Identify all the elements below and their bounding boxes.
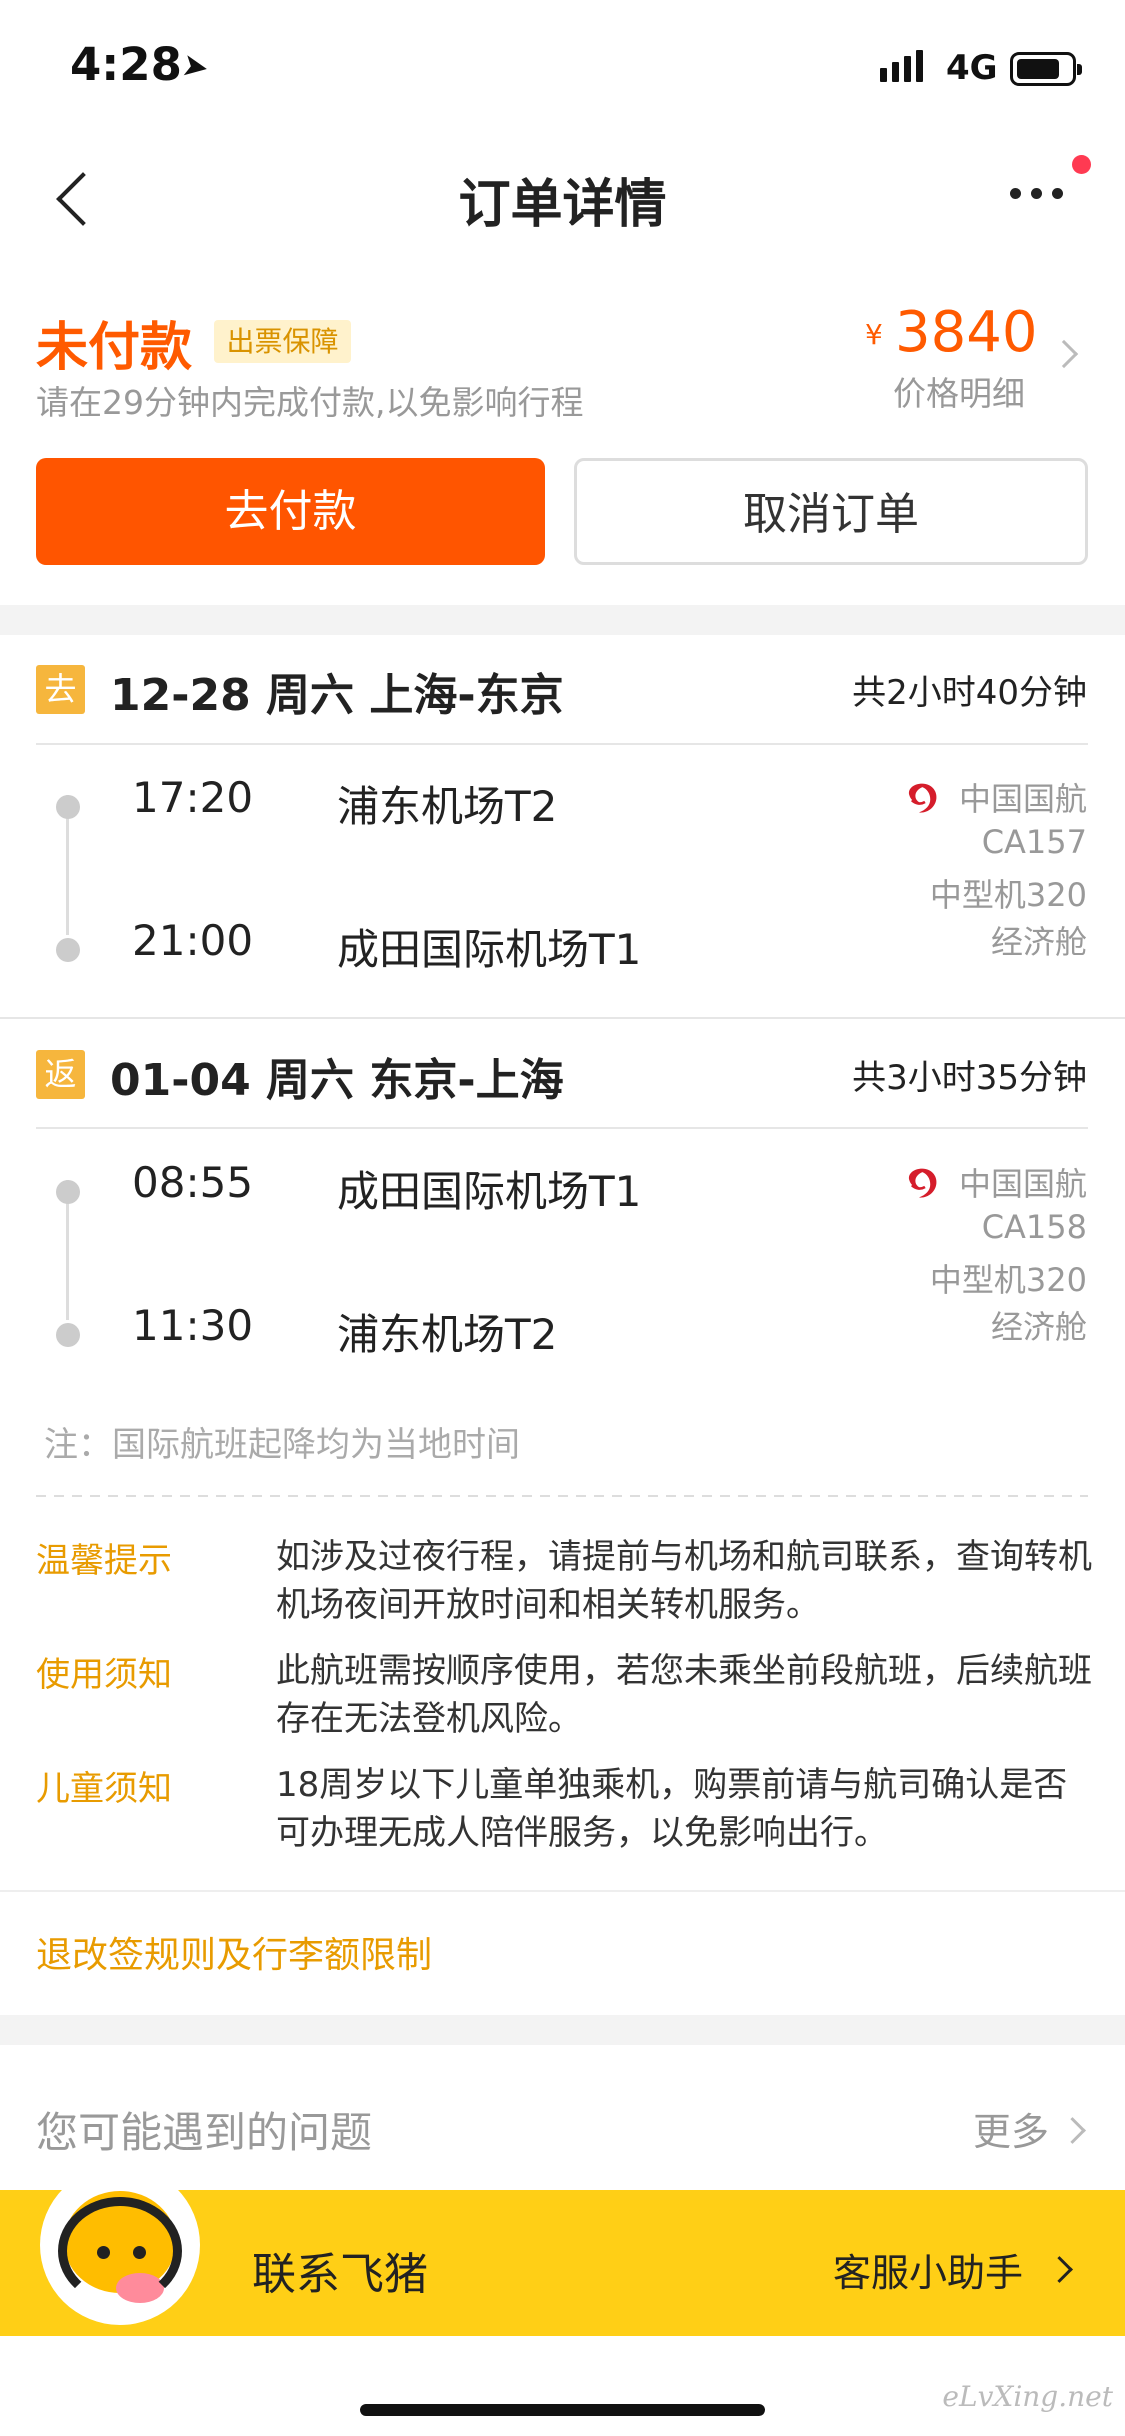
total-price[interactable]: 3840 — [895, 300, 1038, 365]
chevron-right-icon[interactable] — [1059, 2117, 1086, 2144]
currency-symbol: ¥ — [865, 318, 883, 351]
navigation-bar: 订单详情 — [0, 130, 1125, 270]
tip-item: 使用须知 此航班需按顺序使用，若您未乘坐前段航班，后续航班存在无法登机风险。 — [36, 1647, 1092, 1761]
arrival-time: 21:00 — [132, 916, 254, 965]
payment-hint: 请在29分钟内完成付款,以免影响行程 — [36, 383, 584, 422]
aircraft-type: 中型机320 — [929, 1261, 1087, 1299]
tip-text: 18周岁以下儿童单独乘机，购票前请与航司确认是否可办理无成人陪伴服务，以免影响出… — [276, 1765, 1068, 1853]
departure-time: 17:20 — [132, 773, 254, 822]
tip-label: 儿童须知 — [36, 1769, 172, 1809]
order-detail-screen: 4:28 ➤ 4G 订单详情 未付款 出票保障 请在29分钟内完成付款,以免影响… — [0, 0, 1125, 2436]
departure-dot — [56, 1180, 80, 1204]
headset-icon — [58, 2197, 182, 2305]
departure-time: 08:55 — [132, 1158, 254, 1207]
air-china-logo-icon — [908, 1168, 937, 1198]
return-date-route: 01-04 周六 东京-上海 — [110, 1055, 564, 1106]
return-route-header: 返 01-04 周六 东京-上海 共3小时35分钟 — [0, 1020, 1125, 1120]
tip-text: 此航班需按顺序使用，若您未乘坐前段航班，后续航班存在无法登机风险。 — [276, 1651, 1092, 1739]
return-flight-segment[interactable]: 08:55 成田国际机场T1 11:30 浦东机场T2 中国国航 CA158 中… — [0, 1135, 1125, 1395]
status-bar: 4:28 ➤ 4G — [0, 0, 1125, 130]
home-indicator-area: eLvXing.net — [0, 2336, 1125, 2436]
refund-baggage-rules-link[interactable]: 退改签规则及行李额限制 — [36, 1926, 432, 1978]
ticket-guarantee-badge: 出票保障 — [214, 320, 351, 363]
order-summary: 未付款 出票保障 请在29分钟内完成付款,以免影响行程 ¥ 3840 价格明细 … — [0, 270, 1125, 605]
arrival-airport: 浦东机场T2 — [337, 1310, 558, 1359]
cabin-class: 经济舱 — [990, 923, 1087, 961]
return-duration: 共3小时35分钟 — [852, 1058, 1087, 1098]
tip-label: 温馨提示 — [36, 1541, 172, 1581]
tip-text: 如涉及过夜行程，请提前与机场和航司联系，查询转机机场夜间开放时间和相关转机服务。 — [276, 1537, 1092, 1625]
contact-fliggy-bar[interactable]: 联系飞猪 客服小助手 — [0, 2165, 1125, 2336]
dashed-divider — [36, 1495, 1088, 1497]
airline-name: 中国国航 — [904, 774, 1087, 820]
departure-airport: 成田国际机场T1 — [337, 1167, 642, 1216]
customer-service-link[interactable]: 客服小助手 — [833, 2242, 1023, 2297]
arrival-dot — [56, 938, 80, 962]
airline-name-text: 中国国航 — [958, 1165, 1087, 1203]
watermark: eLvXing.net — [942, 2380, 1113, 2413]
airline-name: 中国国航 — [904, 1159, 1087, 1205]
airline-name-text: 中国国航 — [958, 780, 1087, 818]
fliggy-assistant-avatar — [40, 2165, 200, 2325]
location-arrow-icon: ➤ — [178, 44, 212, 88]
travel-tips: 温馨提示 如涉及过夜行程，请提前与机场和航司联系，查询转机机场夜间开放时间和相关… — [36, 1533, 1092, 1875]
cellular-signal-icon — [880, 50, 923, 82]
outbound-tag: 去 — [36, 665, 85, 714]
departure-airport: 浦东机场T2 — [337, 782, 558, 831]
network-type: 4G — [946, 48, 998, 88]
aircraft-type: 中型机320 — [929, 876, 1087, 914]
problems-title: 您可能遇到的问题 — [36, 2108, 373, 2157]
battery-icon — [1010, 52, 1082, 86]
air-china-logo-icon — [908, 783, 937, 813]
chevron-right-icon[interactable] — [1049, 339, 1079, 369]
arrival-time: 11:30 — [132, 1301, 254, 1350]
divider — [36, 743, 1088, 745]
flight-number: CA157 — [981, 823, 1087, 861]
arrival-dot — [56, 1323, 80, 1347]
divider — [0, 1890, 1125, 1892]
cabin-class: 经济舱 — [990, 1308, 1087, 1346]
tip-item: 温馨提示 如涉及过夜行程，请提前与机场和航司联系，查询转机机场夜间开放时间和相关… — [36, 1533, 1092, 1647]
chevron-right-icon[interactable] — [1046, 2256, 1073, 2283]
divider — [36, 1127, 1088, 1129]
outbound-duration: 共2小时40分钟 — [852, 673, 1087, 713]
outbound-date-route: 12-28 周六 上海-东京 — [110, 670, 564, 721]
section-divider — [0, 1017, 1125, 1019]
pay-button[interactable]: 去付款 — [36, 458, 545, 565]
tip-item: 儿童须知 18周岁以下儿童单独乘机，购票前请与航司确认是否可办理无成人陪伴服务，… — [36, 1761, 1088, 1875]
cancel-order-button[interactable]: 取消订单 — [574, 458, 1088, 565]
notification-dot — [1072, 155, 1091, 174]
contact-label: 联系飞猪 — [252, 2249, 428, 2300]
outbound-route-header: 去 12-28 周六 上海-东京 共2小时40分钟 — [0, 635, 1125, 735]
flight-itinerary: 去 12-28 周六 上海-东京 共2小时40分钟 17:20 浦东机场T2 2… — [0, 635, 1125, 2015]
flight-number: CA158 — [981, 1208, 1087, 1246]
local-time-note: 注：国际航班起降均为当地时间 — [44, 1425, 520, 1465]
possible-problems-section[interactable]: 您可能遇到的问题 更多 — [0, 2045, 1125, 2190]
return-tag: 返 — [36, 1050, 85, 1099]
more-options-icon[interactable] — [1010, 188, 1063, 199]
more-link[interactable]: 更多 — [973, 2101, 1049, 2156]
price-detail-link[interactable]: 价格明细 — [893, 367, 1025, 415]
arrival-airport: 成田国际机场T1 — [337, 925, 642, 974]
departure-dot — [56, 795, 80, 819]
status-time: 4:28 — [70, 38, 182, 91]
order-status: 未付款 — [36, 318, 193, 378]
home-indicator[interactable] — [360, 2404, 765, 2416]
page-title: 订单详情 — [458, 175, 667, 235]
tip-label: 使用须知 — [36, 1655, 172, 1695]
outbound-flight-segment[interactable]: 17:20 浦东机场T2 21:00 成田国际机场T1 中国国航 CA157 中… — [0, 750, 1125, 1010]
